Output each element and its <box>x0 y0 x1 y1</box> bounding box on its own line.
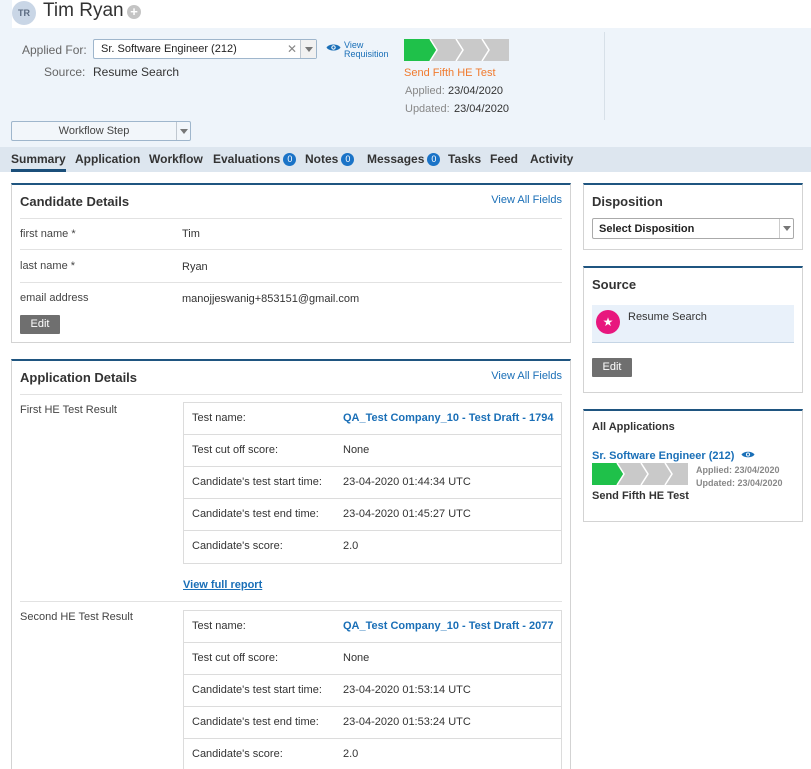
job-select[interactable]: Sr. Software Engineer (212) ✕ <box>93 39 317 59</box>
table-row: Candidate's test end time: 23-04-2020 01:… <box>184 499 561 531</box>
messages-count-badge: 0 <box>427 153 441 166</box>
applied-date: 23/04/2020 <box>448 85 504 97</box>
tab-summary[interactable]: Summary <box>11 152 66 172</box>
edit-button[interactable]: Edit <box>20 315 60 334</box>
table-row: Test cut off score: None <box>184 643 561 675</box>
all-applications-panel: All Applications Sr. Software Engineer (… <box>583 409 803 522</box>
applied-for-label: Applied For: <box>22 43 87 57</box>
table-row: Test name: QA_Test Company_10 - Test Draf… <box>184 403 561 435</box>
job-select-value: Sr. Software Engineer (212) <box>101 43 237 55</box>
candidate-header: TR Tim Ryan + Applied For: Sr. Software … <box>0 0 811 147</box>
test-name-link[interactable]: QA_Test Company_10 - Test Draft - 1794 <box>343 412 554 424</box>
source-card: ★ Resume Search <box>592 305 794 343</box>
divider <box>20 601 562 602</box>
second-test-result-table: Test name: QA_Test Company_10 - Test Draf… <box>183 610 562 769</box>
star-icon: ★ <box>596 310 620 334</box>
header-divider <box>604 32 605 120</box>
panel-title: All Applications <box>592 421 675 433</box>
tab-feed[interactable]: Feed <box>490 152 518 166</box>
tab-messages[interactable]: Messages 0 <box>367 152 441 166</box>
clear-icon[interactable]: ✕ <box>287 42 297 56</box>
source-label: Source: <box>44 65 86 79</box>
panel-title: Candidate Details <box>20 194 130 209</box>
view-full-report-link[interactable]: View full report <box>183 579 262 591</box>
candidate-details-panel: Candidate Details View All Fields first … <box>11 183 571 343</box>
chevron-down-icon[interactable] <box>300 40 316 58</box>
notes-count-badge: 0 <box>341 153 355 166</box>
application-step: Send Fifth HE Test <box>592 490 689 502</box>
table-row: Candidate's score: 2.0 <box>192 748 359 760</box>
application-applied-date: Applied: 23/04/2020 <box>696 465 780 475</box>
tab-bar: Summary Application Workflow Evaluations… <box>0 147 811 172</box>
eye-icon <box>326 44 341 51</box>
chevron-down-icon[interactable] <box>176 122 190 140</box>
divider <box>20 394 562 395</box>
source-value: Resume Search <box>93 65 180 79</box>
divider <box>20 282 562 283</box>
workflow-step-label: Workflow Step <box>58 125 130 137</box>
tab-workflow[interactable]: Workflow <box>149 152 203 166</box>
test-name-link[interactable]: QA_Test Company_10 - Test Draft - 2077 <box>343 620 554 632</box>
updated-date: 23/04/2020 <box>454 103 510 115</box>
tab-activity[interactable]: Activity <box>530 152 573 166</box>
table-row: Test cut off score: None <box>184 435 561 467</box>
table-row: Candidate's test start time: 23-04-2020 0… <box>184 467 561 499</box>
updated-label: Updated: <box>405 103 450 115</box>
application-pipeline-progress <box>592 463 688 485</box>
chevron-down-icon[interactable] <box>779 219 793 238</box>
view-all-fields-link[interactable]: View All Fields <box>491 194 562 206</box>
source-card-value: Resume Search <box>628 311 707 323</box>
field-label-last-name: last name * <box>20 260 76 272</box>
title-row: TR Tim Ryan + <box>12 0 811 28</box>
view-all-fields-link[interactable]: View All Fields <box>491 370 562 382</box>
candidate-name: Tim Ryan <box>43 0 124 21</box>
edit-button[interactable]: Edit <box>592 358 632 377</box>
divider <box>20 249 562 250</box>
evaluations-count-badge: 0 <box>283 153 297 166</box>
first-test-result-label: First HE Test Result <box>20 404 117 416</box>
second-test-result-label: Second HE Test Result <box>20 611 133 623</box>
table-row: Candidate's score: 2.0 <box>192 540 359 552</box>
field-value-first-name: Tim <box>182 228 200 240</box>
application-details-panel: Application Details View All Fields Firs… <box>11 359 571 769</box>
disposition-select[interactable]: Select Disposition <box>592 218 794 239</box>
add-icon[interactable]: + <box>127 5 141 19</box>
panel-title: Application Details <box>20 370 138 385</box>
field-label-first-name: first name * <box>20 228 76 240</box>
applied-label: Applied: <box>405 85 445 97</box>
avatar: TR <box>12 1 36 25</box>
tab-evaluations[interactable]: Evaluations 0 <box>213 152 297 166</box>
tab-notes[interactable]: Notes 0 <box>305 152 355 166</box>
field-label-email: email address <box>20 292 89 304</box>
panel-title: Disposition <box>592 194 663 209</box>
workflow-step-select[interactable]: Workflow Step <box>11 121 191 141</box>
first-test-result-table: Test name: QA_Test Company_10 - Test Draf… <box>183 402 562 564</box>
view-requisition-label: View Requisition <box>344 40 389 59</box>
next-step-label: Send Fifth HE Test <box>404 67 496 79</box>
disposition-panel: Disposition Select Disposition <box>583 183 803 250</box>
panel-title: Source <box>592 277 637 292</box>
application-job-link[interactable]: Sr. Software Engineer (212) <box>592 450 755 462</box>
table-row: Candidate's test start time: 23-04-2020 0… <box>184 675 561 707</box>
source-panel: Source ★ Resume Search Edit <box>583 266 803 393</box>
table-row: Candidate's test end time: 23-04-2020 01:… <box>184 707 561 739</box>
field-value-email: manojjeswanig+853151@gmail.com <box>182 293 360 305</box>
divider <box>20 218 562 219</box>
application-updated-date: Updated: 23/04/2020 <box>696 478 783 488</box>
tab-tasks[interactable]: Tasks <box>448 152 481 166</box>
eye-icon[interactable] <box>740 450 755 459</box>
pipeline-progress <box>404 39 509 61</box>
field-value-last-name: Ryan <box>182 261 208 273</box>
table-row: Test name: QA_Test Company_10 - Test Draf… <box>184 611 561 643</box>
tab-application[interactable]: Application <box>75 152 140 166</box>
disposition-select-value: Select Disposition <box>599 223 695 235</box>
